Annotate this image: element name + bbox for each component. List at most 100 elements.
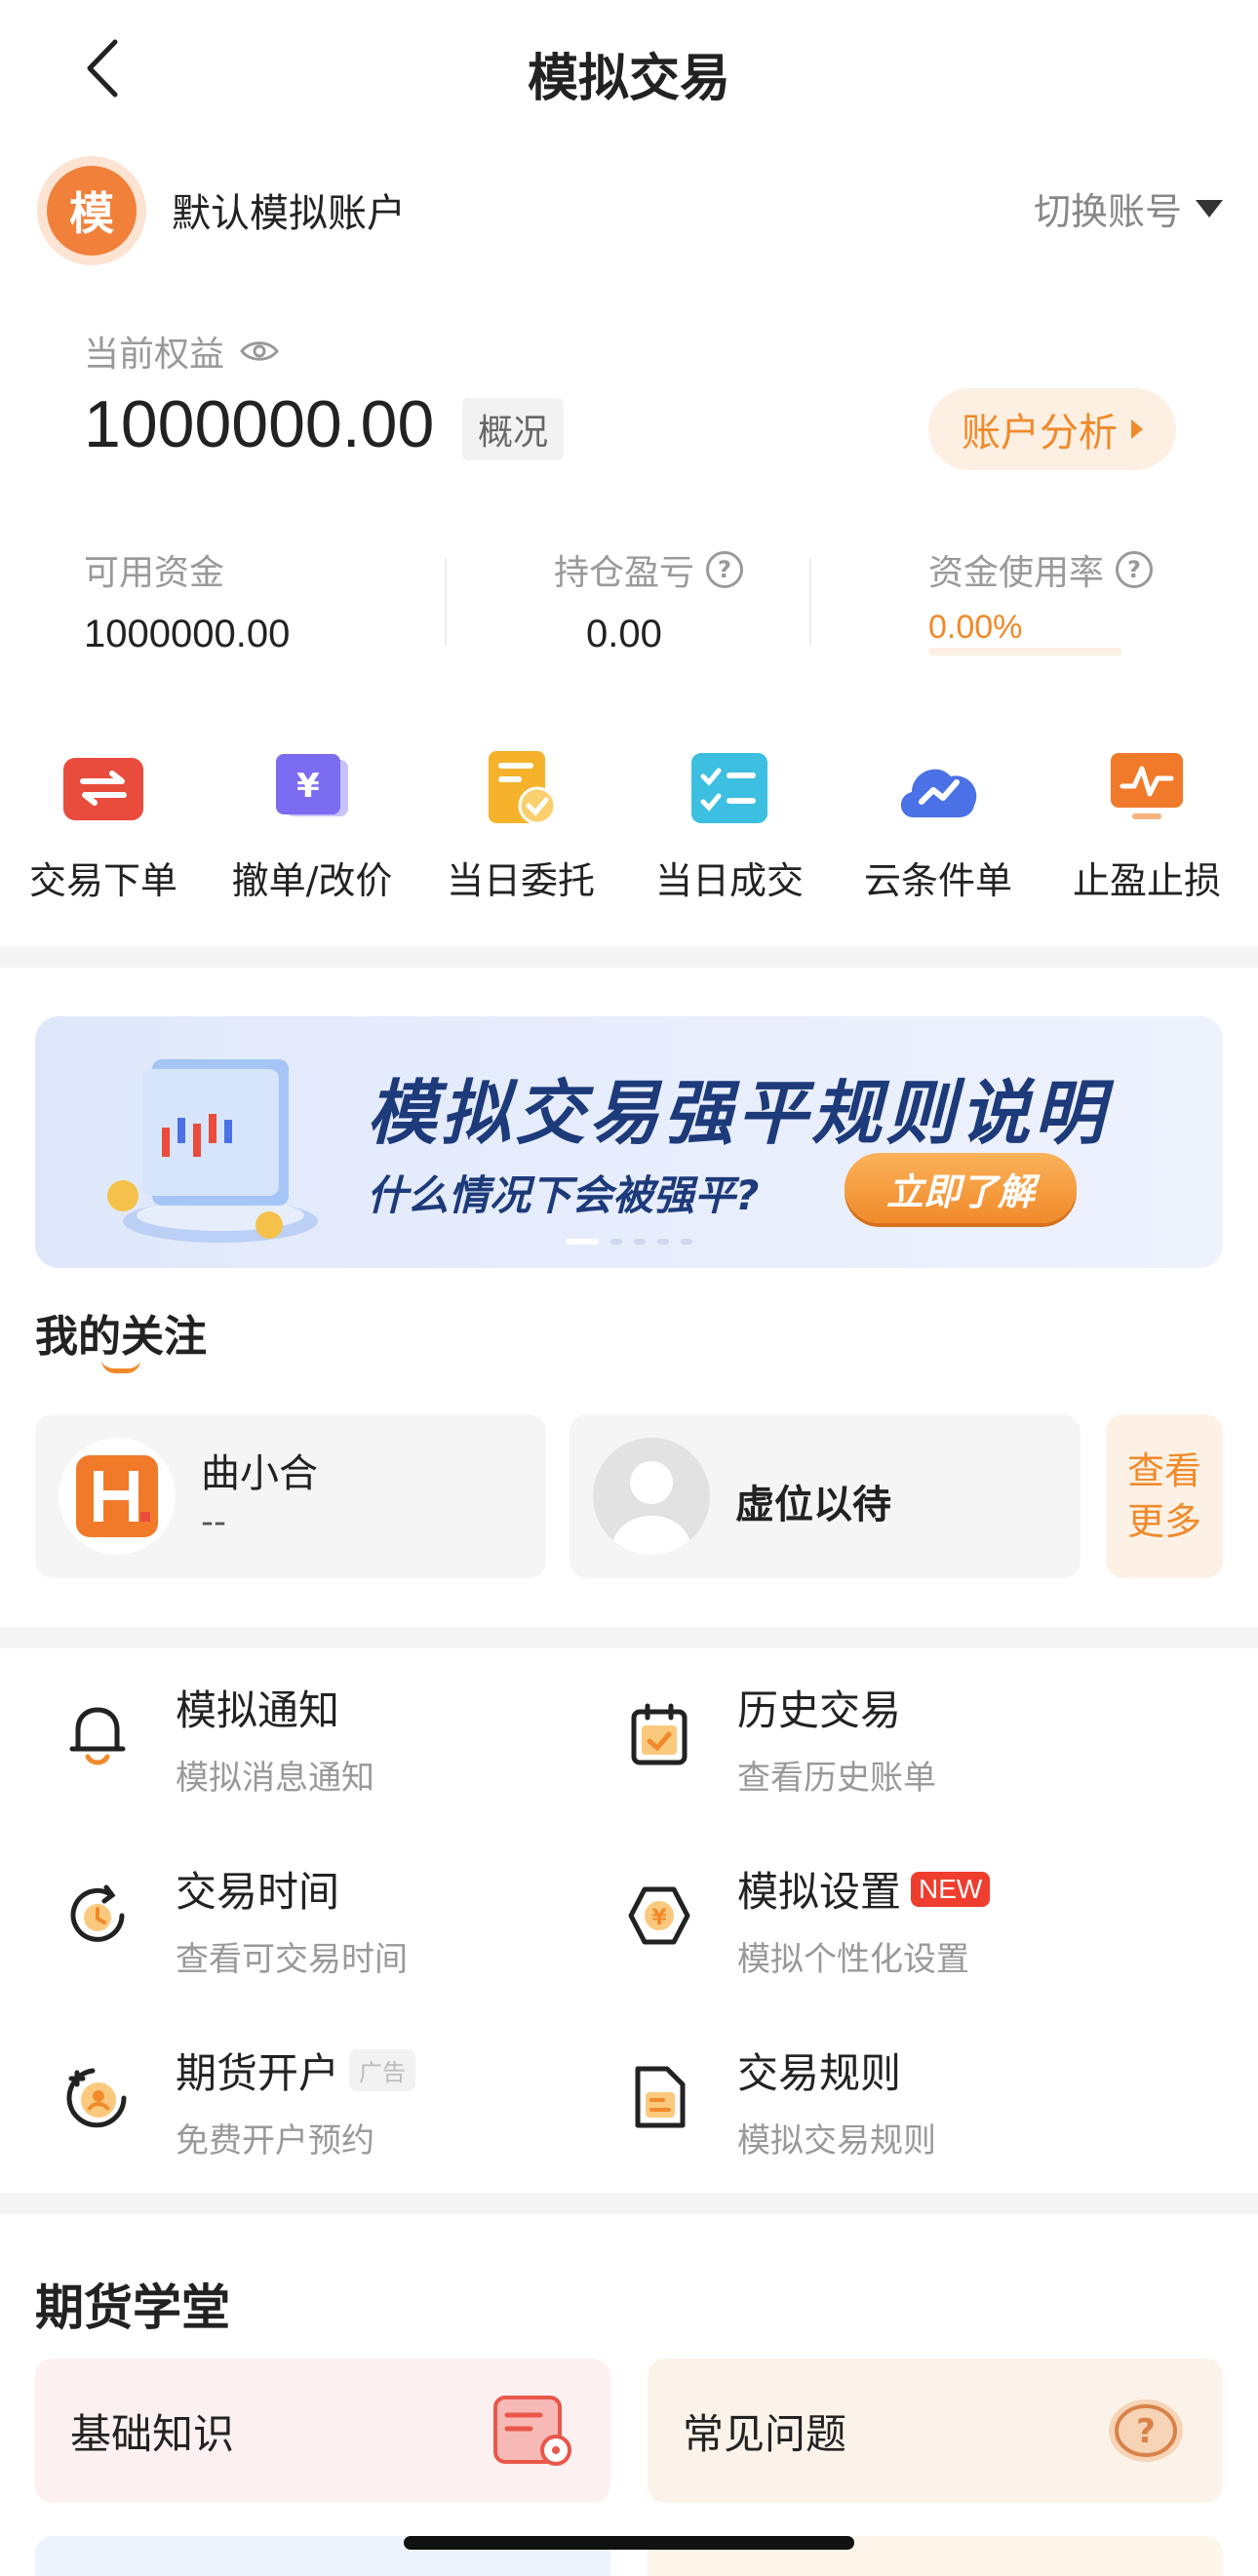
order-check-icon: [477, 749, 565, 827]
follow-section-title: 我的关注: [35, 1312, 207, 1362]
menu-subtitle: 免费开户预约: [176, 2121, 374, 2160]
available-funds: 可用资金 1000000.00: [84, 544, 290, 656]
help-icon[interactable]: ?: [1116, 551, 1154, 588]
learn-now-button[interactable]: 立即了解: [845, 1153, 1077, 1223]
fund-usage-bar: [928, 648, 1121, 655]
position-pnl-value: 0.00: [586, 613, 662, 655]
school-section-title: 期货学堂: [35, 2279, 230, 2336]
yen-card-icon: ¥: [268, 749, 356, 827]
carousel-dot: [657, 1239, 669, 1245]
carousel-dot: [610, 1239, 622, 1245]
broker-logo-icon: [59, 1438, 176, 1555]
follow-card-name: 曲小合: [201, 1451, 318, 1496]
menu-subtitle: 模拟个性化设置: [737, 1940, 969, 1979]
action-today-orders[interactable]: 当日委托: [423, 749, 618, 904]
action-label: 当日成交: [654, 859, 804, 902]
banner-subtitle: 什么情况下会被强平?: [367, 1171, 760, 1219]
view-more-button[interactable]: 查看 更多: [1106, 1414, 1223, 1578]
school-card-basics[interactable]: 基础知识: [35, 2358, 610, 2503]
avatar-placeholder-icon: [593, 1438, 710, 1555]
action-cloud-order[interactable]: 云条件单: [841, 749, 1036, 904]
document-search-icon: [493, 2396, 571, 2466]
action-label: 云条件单: [863, 859, 1012, 902]
menu-title: 历史交易: [737, 1678, 936, 1737]
menu-open-account[interactable]: 期货开户 广告 免费开户预约: [59, 2041, 605, 2177]
document-icon: [620, 2058, 698, 2136]
view-more-line1: 查看: [1126, 1449, 1201, 1492]
position-pnl-label: 持仓盈亏: [554, 553, 695, 593]
svg-text:?: ?: [1136, 2412, 1156, 2451]
menu-subtitle: 模拟消息通知: [176, 1759, 374, 1798]
help-icon[interactable]: ?: [706, 551, 744, 588]
page-title: 模拟交易: [527, 50, 730, 108]
action-cancel-modify[interactable]: ¥ 撤单/改价: [215, 749, 410, 904]
action-stop-loss[interactable]: 止盈止损: [1049, 749, 1244, 904]
follow-card-placeholder[interactable]: 虚位以待: [570, 1414, 1081, 1578]
eye-icon[interactable]: [240, 338, 279, 364]
menu-title-text: 模拟通知: [176, 1686, 340, 1734]
follow-card[interactable]: 曲小合 --: [35, 1414, 546, 1578]
bell-icon: [59, 1695, 137, 1773]
fund-usage-label-row: 资金使用率 ?: [928, 544, 1154, 595]
banner-illustration-icon: [107, 1059, 318, 1243]
new-badge: NEW: [911, 1871, 991, 1907]
follow-card-value: --: [201, 1502, 226, 1542]
menu-title-text: 历史交易: [737, 1686, 902, 1734]
switch-account-label: 切换账号: [1033, 190, 1182, 233]
position-pnl: 持仓盈亏 ? 0.00: [554, 544, 768, 656]
carousel-dot: [681, 1239, 692, 1245]
avatar-char: 模: [47, 166, 137, 256]
divider: [445, 558, 447, 646]
menu-title-text: 交易时间: [176, 1868, 340, 1916]
menu-history-trades[interactable]: 历史交易 查看历史账单: [620, 1678, 1166, 1814]
divider: [809, 558, 811, 646]
svg-text:¥: ¥: [296, 767, 320, 806]
school-card-label: 基础知识: [70, 2409, 235, 2458]
carousel-dot: [566, 1239, 599, 1245]
action-label: 止盈止损: [1072, 859, 1221, 902]
clock-icon: [59, 1877, 137, 1955]
menu-sim-settings[interactable]: ¥ 模拟设置 NEW 模拟个性化设置: [620, 1859, 1166, 1996]
fund-usage-value: 0.00%: [928, 609, 1023, 646]
swap-icon: [59, 749, 147, 827]
account-name: 默认模拟账户: [172, 191, 406, 236]
yen-hexagon-icon: ¥: [620, 1877, 698, 1955]
available-funds-label: 可用资金: [84, 553, 225, 593]
school-card-faq[interactable]: 常见问题 ?: [648, 2358, 1223, 2503]
equity-value: 1000000.00: [84, 387, 435, 461]
carousel-dot: [634, 1239, 646, 1245]
switch-account-button[interactable]: 切换账号: [1034, 181, 1223, 235]
action-today-trades[interactable]: 当日成交: [632, 749, 827, 904]
available-funds-value: 1000000.00: [84, 613, 291, 655]
action-label: 撤单/改价: [231, 859, 393, 902]
action-label: 交易下单: [28, 859, 177, 902]
menu-trading-hours[interactable]: 交易时间 查看可交易时间: [59, 1859, 605, 1996]
cloud-icon: [894, 749, 982, 827]
question-icon: ?: [1109, 2399, 1183, 2462]
ad-badge: 广告: [349, 2049, 416, 2091]
menu-subtitle: 查看历史账单: [737, 1759, 936, 1798]
action-place-order[interactable]: 交易下单: [6, 749, 201, 904]
svg-text:¥: ¥: [651, 1906, 667, 1930]
caret-down-icon: [1196, 199, 1223, 218]
menu-sim-notice[interactable]: 模拟通知 模拟消息通知: [59, 1678, 605, 1814]
home-indicator[interactable]: [404, 2536, 854, 2550]
overview-button[interactable]: 概况: [462, 398, 565, 460]
account-analysis-button[interactable]: 账户分析: [928, 388, 1176, 470]
menu-title: 交易时间: [176, 1859, 408, 1919]
section-separator: [0, 2193, 1258, 2214]
carousel-indicator: [35, 1239, 1223, 1245]
position-pnl-label-row: 持仓盈亏 ?: [554, 544, 768, 595]
menu-title: 交易规则: [737, 2041, 936, 2100]
equity-label: 当前权益: [84, 335, 225, 375]
section-separator: [0, 1627, 1258, 1648]
liquidation-rules-banner[interactable]: 模拟交易强平规则说明 什么情况下会被强平? 立即了解: [35, 1016, 1223, 1268]
menu-title: 期货开户 广告: [176, 2041, 416, 2100]
menu-trading-rules[interactable]: 交易规则 模拟交易规则: [620, 2041, 1166, 2177]
menu-subtitle: 模拟交易规则: [737, 2121, 936, 2160]
menu-subtitle: 查看可交易时间: [176, 1940, 408, 1979]
title-underline: [101, 1360, 140, 1373]
follow-card-name: 虚位以待: [735, 1483, 891, 1527]
caret-right-icon: [1131, 419, 1143, 439]
school-card-label: 常见问题: [683, 2409, 847, 2458]
